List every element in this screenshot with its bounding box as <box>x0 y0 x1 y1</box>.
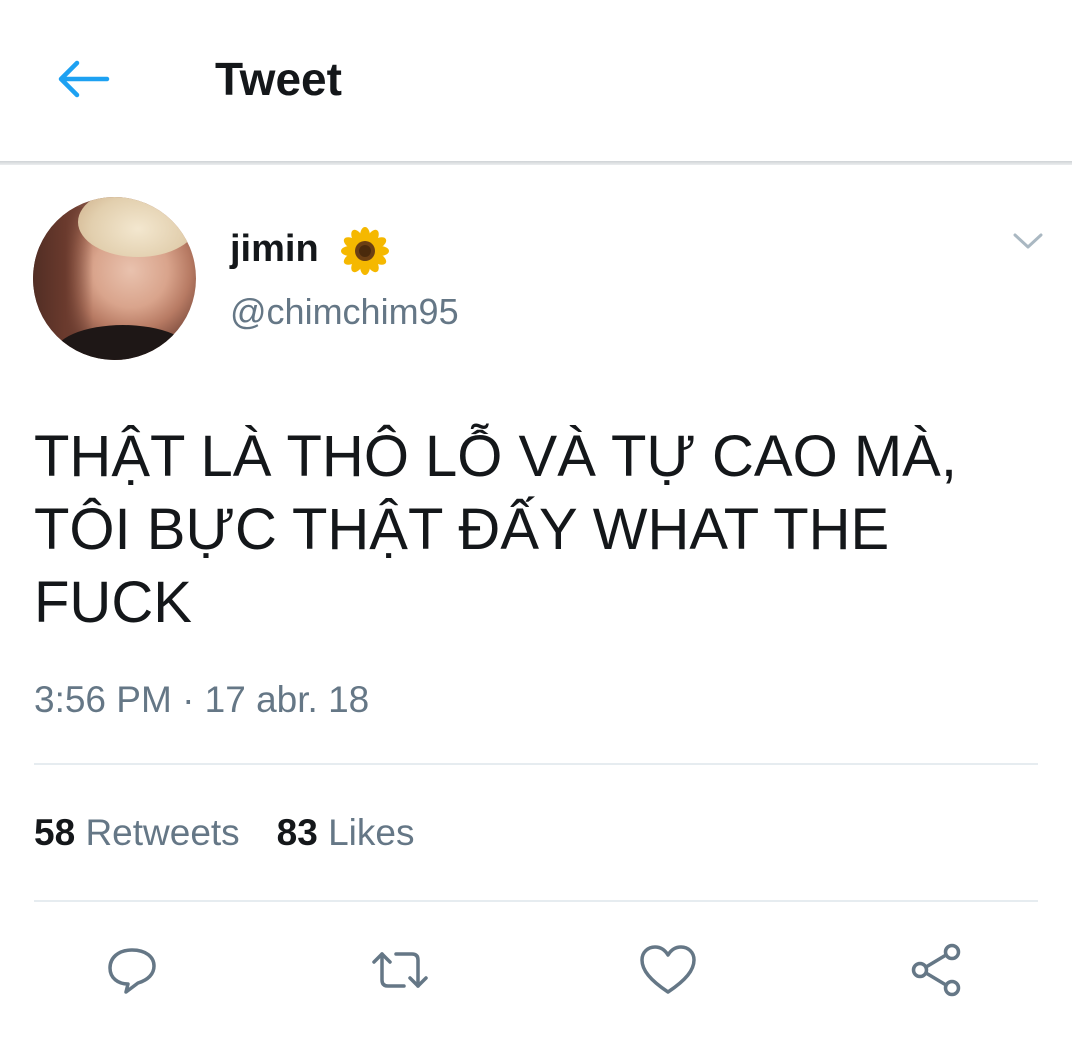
chevron-down-icon <box>1013 233 1043 249</box>
reply-button[interactable] <box>100 938 164 1002</box>
author-handle[interactable]: @chimchim95 <box>230 290 459 334</box>
page-title: Tweet <box>215 53 342 105</box>
like-icon <box>640 945 696 994</box>
arrow-left-icon <box>58 60 110 98</box>
sunflower-icon <box>341 227 389 275</box>
avatar[interactable] <box>33 197 196 360</box>
likes-label: Likes <box>328 812 415 853</box>
back-button[interactable] <box>50 52 116 106</box>
tweet-text: THẬT LÀ THÔ LỖ VÀ TỰ CAO MÀ, TÔI BỰC THẬ… <box>34 424 957 635</box>
share-icon <box>911 943 961 997</box>
tweet-timestamp[interactable]: 3:56 PM · 17 abr. 18 <box>34 678 369 722</box>
likes-count: 83 <box>276 812 318 853</box>
divider <box>34 900 1038 902</box>
likes-stat[interactable]: 83 Likes <box>277 810 415 856</box>
tweet-stats: 58 Retweets 83 Likes <box>34 810 452 856</box>
top-app-bar: Tweet <box>0 0 1072 162</box>
retweets-stat[interactable]: 58 Retweets <box>34 810 240 856</box>
retweets-label: Retweets <box>85 812 240 853</box>
retweet-button[interactable] <box>368 938 432 1002</box>
author-display-name[interactable]: jimin <box>230 226 319 272</box>
divider <box>34 763 1038 765</box>
like-button[interactable] <box>636 938 700 1002</box>
header-divider <box>0 161 1072 165</box>
retweets-count: 58 <box>34 812 76 853</box>
tweet-menu-button[interactable] <box>1008 226 1048 256</box>
share-button[interactable] <box>904 938 968 1002</box>
retweet-icon <box>372 952 428 988</box>
reply-icon <box>108 948 156 994</box>
